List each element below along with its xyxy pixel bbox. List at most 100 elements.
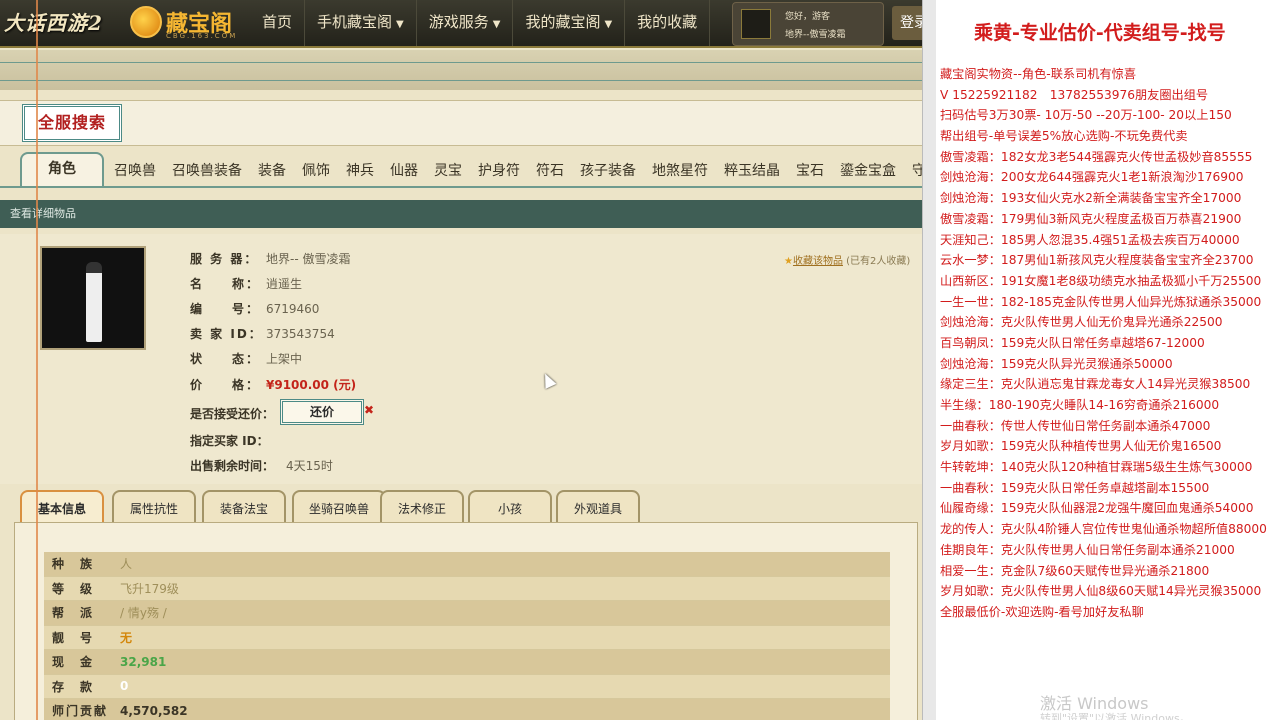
info-time: 出售剩余时间： 4天15时 [190,457,333,474]
info-counter: 是否接受还价： [190,405,274,422]
nav-item[interactable]: 游戏服务 ▼ [417,0,514,46]
detail-tab[interactable]: 属性抗性 [112,490,196,524]
category-tab[interactable]: 宝石 [788,156,832,186]
overlay-line-text: 一生一世：182-185克金队传世男人仙异光炼狱通杀35000 [940,294,1262,309]
nav-item[interactable]: 我的藏宝阁 ▼ [513,0,626,46]
overlay-line-text: 百鸟朝凤：159克火队日常任务卓越塔67-12000 [940,335,1205,350]
nav-item-label: 手机藏宝阁 [317,13,393,31]
attribute-value: 人 [120,557,133,572]
info-label: 价 格： [190,378,261,392]
category-tab[interactable]: 鎏金宝盒 [832,156,904,186]
stream-overlay-panel: 乘黄-专业估价-代卖组号-找号 藏宝阁实物资--角色-联系司机有惊喜 V 1522… [936,0,1280,720]
user-box[interactable]: 您好，游客 地界--傲雪凌霜 [732,2,884,46]
detail-tabs: 基本信息 属性抗性 装备法宝 坐骑召唤兽 法术修正 小孩 外观道具 [16,490,916,524]
user-server[interactable]: 地界--傲雪凌霜 [785,27,846,40]
category-tab[interactable]: 角色 [20,152,104,186]
cbg-logo-icon [130,6,162,38]
nav-item[interactable]: 手机藏宝阁 ▼ [305,0,417,46]
overlay-line-text: V 15225921182 13782553976朋友圈出组号 [940,87,1209,102]
nav-item[interactable]: 我的收藏 [625,0,711,46]
category-tabs: 角色 召唤兽 召唤兽装备 装备 佩饰 神兵 仙器 灵宝 护身符 符石 孩子装备 地煞星符 粹玉结晶 宝石鎏… [0,152,922,188]
overlay-line-text: 剑烛沧海：193女仙火克水2新全满装备宝宝齐全17000 [940,191,1242,206]
info-seller: 卖 家 ID： 373543754 [190,325,335,342]
overlay-line-text: 傲雪凌霜：179男仙3新风克火程度孟极百万恭喜21900 [940,211,1242,226]
login-button[interactable]: 登录 [892,6,922,40]
detail-tab[interactable]: 外观道具 [556,490,640,524]
nav-item[interactable]: 首页 [250,0,306,46]
attribute-value: / 情y殇 / [120,606,167,621]
overlay-line-text: 剑烛沧海：克火队传世男人仙无价鬼异光通杀22500 [940,315,1223,330]
category-tab[interactable]: 灵宝 [426,156,470,186]
window-divider[interactable] [922,0,936,720]
category-tab[interactable]: 神兵 [338,156,382,186]
close-icon: ✖ [364,403,375,417]
nav-item-label: 我的藏宝阁 [525,13,601,31]
overlay-line-text: 岁月如歌：克火队传世男人仙8级60天赋14异光灵猴35000 [940,584,1262,599]
attribute-label: 存 款 [52,679,95,694]
info-server: 服 务 器： 地界-- 傲雪凌霜 [190,250,350,267]
chevron-down-icon: ▼ [492,19,501,30]
category-tab[interactable]: 召唤兽装备 [164,156,250,186]
info-value: 地界-- 傲雪凌霜 [266,252,351,266]
character-figure [86,262,102,342]
cbg-logo-subtext: CBG.163.COM [166,32,238,40]
price-value: ¥9100.00 (元) [266,378,357,392]
detail-tab[interactable]: 坐骑召唤兽 [292,490,386,524]
windows-watermark-sub: 转到"设置"以激活 Windows。 [1040,712,1191,720]
info-label: 编 号： [190,302,261,316]
overlay-line-text: 牛转乾坤：140克火队120种植甘霖瑞5级生生炼气30000 [940,460,1253,475]
info-label: 出售剩余时间： [190,459,275,473]
overlay-line-text: 山西新区：191女魔1老8级功绩克水抽孟极狐小千万25500 [940,273,1262,288]
overlay-line-text: 剑烛沧海：159克火队异光灵猴通杀50000 [940,356,1173,371]
category-tab[interactable]: 佩饰 [294,156,338,186]
table-row: 靓 号无 [44,625,890,650]
category-tab[interactable]: 护身符 [470,156,528,186]
chevron-down-icon: ▼ [396,19,404,30]
info-label: 状 态： [190,352,261,366]
nav-item-label: 首页 [262,13,293,31]
category-tab[interactable]: 守护 [904,156,922,186]
divider [0,80,922,81]
overlay-line-text: 帮出组号-单号误差5%放心选购-不玩免费代卖 [940,129,1188,144]
overlay-line-text: 一曲春秋：159克火队日常任务卓越塔副本15500 [940,480,1210,495]
collect-link[interactable]: 收藏该物品 [793,256,843,267]
nav-item-label: 游戏服务 [428,13,489,31]
overlay-line-text: 半生缘：180-190克火睡队14-16穷奇通杀216000 [940,398,1220,412]
attribute-label: 等 级 [52,581,95,596]
attribute-table: 种 族 人等 级 飞升179级帮 派 / 情y殇 / 靓 号 无现 金 32,981 存 款 0… [44,552,890,720]
detail-tab[interactable]: 法术修正 [380,490,464,524]
info-name: 名 称： 逍遥生 [190,275,302,292]
header-band [0,50,922,90]
attribute-value: 无 [120,630,133,645]
info-label: 指定买家 ID： [190,434,269,448]
category-tab[interactable]: 孩子装备 [572,156,644,186]
detail-tab[interactable]: 基本信息 [20,490,104,524]
category-tab[interactable]: 召唤兽 [106,156,164,186]
attribute-label: 靓 号 [52,630,95,645]
info-value: 逍遥生 [266,277,303,291]
overlay-line-text: 龙的传人：克火队4阶锤人宫位传世鬼仙通杀物超所值88000 [940,522,1267,537]
game-trading-page: 大话西游2 藏宝阁 CBG.163.COM 首页 手机藏宝阁 ▼ 游戏服务 ▼ 我的藏宝阁… [0,0,922,720]
attribute-value: 4,570,582 [120,703,188,718]
category-tab[interactable]: 仙器 [382,156,426,186]
divider [0,62,922,63]
detail-tab[interactable]: 装备法宝 [202,490,286,524]
cbg-logo[interactable]: 藏宝阁 CBG.163.COM [130,4,250,42]
category-tab[interactable]: 粹玉结晶 [716,156,788,186]
collect-item: ★收藏该物品 (已有2人收藏) [784,252,910,267]
category-tab[interactable]: 符石 [528,156,572,186]
info-label: 服 务 器： [190,252,259,266]
search-title-strip [0,100,922,146]
overlay-line-text: 剑烛沧海：200女龙644强霹克火1老1新浪淘沙176900 [940,170,1244,185]
overlay-title: 乘黄-专业估价-代卖组号-找号 [974,22,1226,44]
info-value: 373543754 [266,327,335,341]
category-tab[interactable]: 装备 [250,156,294,186]
counter-offer-button[interactable]: 还价 [280,399,364,425]
info-buyer: 指定买家 ID： [190,432,269,449]
game-logo[interactable]: 大话西游2 [0,6,108,40]
overlay-line-text: 傲雪凌霜：182女龙3老544强霹克火传世孟极妙音85555 [940,149,1253,164]
table-row: 种 族人 [44,552,890,577]
category-tab[interactable]: 地煞星符 [644,156,716,186]
attribute-value: 32,981 [120,654,167,669]
detail-tab[interactable]: 小孩 [468,490,552,524]
